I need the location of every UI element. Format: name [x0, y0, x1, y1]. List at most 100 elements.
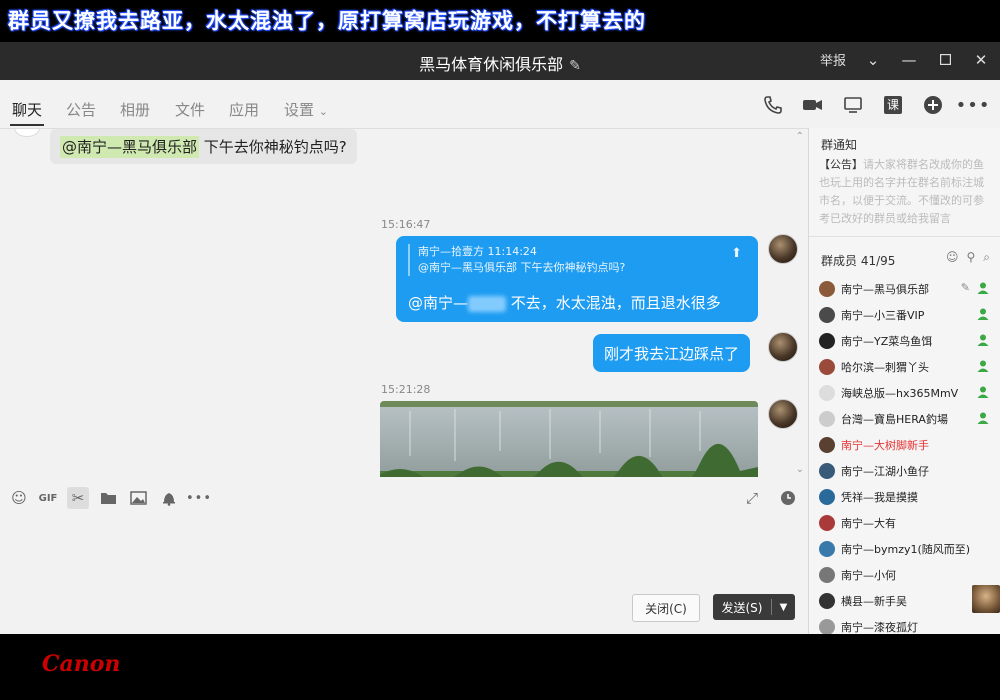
avatar[interactable] [819, 307, 835, 323]
tab-files[interactable]: 文件 [175, 99, 205, 120]
tab-chat[interactable]: 聊天 [12, 99, 42, 120]
river-photo[interactable] [380, 401, 758, 477]
member-name: 南宁—黑马俱乐部 [841, 283, 929, 296]
avatar[interactable] [768, 332, 798, 362]
expand-icon[interactable]: ⤢ [741, 487, 763, 509]
pin-icon[interactable]: ⬆ [731, 246, 742, 261]
bell-icon[interactable] [158, 487, 180, 509]
member-name: 哈尔滨—刺猬丫头 [841, 361, 929, 374]
bottom-strip: Canon [0, 634, 1000, 700]
message-bubble[interactable]: 刚才我去江边踩点了 [593, 334, 751, 372]
input-toolbar: ☺ GIF ✂ ••• ⤢ [0, 478, 808, 516]
chat-bubble-icon[interactable]: ☺ [946, 250, 959, 265]
avatar[interactable] [819, 489, 835, 505]
member-row[interactable]: 南宁—漆夜孤灯 [819, 614, 1000, 634]
tab-apps[interactable]: 应用 [229, 99, 259, 120]
mention[interactable]: @南宁—黑马俱乐部 [60, 136, 200, 158]
member-row[interactable]: 南宁—YZ菜鸟鱼饵 [819, 328, 1000, 354]
add-icon[interactable] [920, 92, 946, 118]
notice-body[interactable]: 【公告】请大家将群名改成你的鱼也玩上用的名字并在群名前标注城市名，以便于交流。不… [819, 156, 991, 230]
image-icon[interactable] [127, 487, 149, 509]
scroll-up-icon[interactable]: ⌃ [796, 131, 804, 142]
notice-title[interactable]: 群通知 [821, 136, 857, 153]
member-row[interactable]: 南宁—黑马俱乐部 ✎ [819, 276, 1000, 302]
member-row[interactable]: 南宁—大树脚新手 [819, 432, 1000, 458]
avatar[interactable] [819, 359, 835, 375]
avatar[interactable] [768, 399, 798, 429]
tab-settings-label: 设置 [284, 101, 315, 119]
member-name: 海峡总版—hx365MmV [841, 387, 959, 400]
message-bubble[interactable]: @南宁—黑马俱乐部 下午去你神秘钓点吗? [50, 129, 357, 164]
member-row[interactable]: 台灣—寶島HERA釣場 [819, 406, 1000, 432]
avatar-photo-icon [972, 585, 1000, 613]
chevron-down-icon[interactable]: ▼ [772, 602, 795, 613]
avatar[interactable] [819, 281, 835, 297]
member-name: 南宁—小三番VIP [841, 309, 925, 322]
close-window-button[interactable]: ✕ [972, 51, 990, 69]
member-name: 横县—新手吴 [841, 595, 907, 608]
report-button[interactable]: 举报 [820, 50, 846, 69]
chat-history[interactable]: ⌃ @南宁—黑马俱乐部 下午去你神秘钓点吗? 15:16:47 南宁—拾壹方 1… [0, 129, 808, 477]
member-row[interactable]: 横县—新手吴 [819, 585, 1000, 614]
gif-icon[interactable]: GIF [37, 487, 59, 509]
more-icon[interactable]: ••• [186, 487, 211, 509]
video-caption: 群员又撩我去路亚，水太混浊了，原打算窝店玩游戏，不打算去的 [0, 0, 1000, 42]
reply-bubble[interactable]: 南宁—拾壹方 11:14:24 @南宁—黑马俱乐部 下午去你神秘钓点吗? ⬆ @… [396, 236, 758, 322]
member-row[interactable]: 南宁—小三番VIP [819, 302, 1000, 328]
minimize-button[interactable]: — [900, 51, 918, 69]
chevron-down-icon[interactable]: ⌄ [864, 51, 882, 69]
edit-name-icon[interactable]: ✎ [569, 58, 581, 74]
avatar[interactable] [819, 463, 835, 479]
member-row[interactable]: 南宁—江湖小鱼仔 [819, 458, 1000, 484]
tab-announcement[interactable]: 公告 [66, 99, 96, 120]
share-screen-icon[interactable] [840, 92, 866, 118]
avatar[interactable] [819, 437, 835, 453]
scroll-down-icon[interactable]: ⌄ [796, 464, 804, 475]
member-row[interactable]: 海峡总版—hx365MmV [819, 380, 1000, 406]
tab-album[interactable]: 相册 [120, 99, 150, 120]
member-status-icon [976, 281, 990, 295]
phone-icon[interactable] [760, 92, 786, 118]
history-icon[interactable] [777, 487, 799, 509]
member-row[interactable]: 哈尔滨—刺猬丫头 [819, 354, 1000, 380]
mention[interactable]: @南宁— [408, 294, 468, 312]
avatar[interactable] [14, 129, 40, 137]
search-icon[interactable]: ⌕ [983, 250, 990, 265]
member-row[interactable]: 凭祥—我是摸摸 [819, 484, 1000, 510]
more-icon[interactable]: ••• [956, 92, 990, 118]
avatar[interactable] [819, 567, 835, 583]
maximize-button[interactable] [936, 51, 954, 69]
avatar[interactable] [819, 411, 835, 427]
tab-settings[interactable]: 设置 ⌄ [284, 99, 328, 120]
avatar[interactable] [819, 333, 835, 349]
avatar[interactable] [819, 541, 835, 557]
quote-text: @南宁—黑马俱乐部 下午去你神秘钓点吗? [418, 261, 626, 274]
blurred-name [468, 295, 507, 312]
quoted-message[interactable]: 南宁—拾壹方 11:14:24 @南宁—黑马俱乐部 下午去你神秘钓点吗? [408, 244, 748, 276]
avatar[interactable] [819, 385, 835, 401]
close-button[interactable]: 关闭(C) [632, 594, 700, 622]
member-name: 南宁—大有 [841, 517, 896, 530]
member-status-icon [976, 359, 990, 373]
video-call-icon[interactable] [800, 92, 826, 118]
class-icon[interactable]: 课 [880, 92, 906, 118]
member-name: 台灣—寶島HERA釣場 [841, 413, 948, 426]
member-row[interactable]: 南宁—bymzy1(随风而至) [819, 536, 1000, 562]
emoji-icon[interactable]: ☺ [8, 487, 30, 509]
avatar[interactable] [819, 515, 835, 531]
avatar[interactable] [819, 593, 835, 609]
divider [809, 236, 1000, 237]
quote-header: 南宁—拾壹方 11:14:24 [418, 245, 537, 258]
avatar[interactable] [768, 234, 798, 264]
send-button[interactable]: 发送(S) ▼ [713, 594, 795, 620]
edit-icon[interactable]: ✎ [961, 281, 970, 294]
member-row[interactable]: 南宁—大有 [819, 510, 1000, 536]
folder-icon[interactable] [97, 487, 119, 509]
member-list[interactable]: 南宁—黑马俱乐部 ✎ 南宁—小三番VIP 南宁—YZ菜鸟鱼饵哈尔滨—刺猬丫头海峡总版—… [819, 276, 1000, 634]
avatar[interactable] [819, 619, 835, 634]
add-member-icon[interactable]: ⚲ [966, 250, 975, 265]
scissors-icon[interactable]: ✂ [67, 487, 89, 509]
member-name: 凭祥—我是摸摸 [841, 491, 918, 504]
message-input[interactable]: 关闭(C) 发送(S) ▼ [0, 516, 808, 634]
member-name: 南宁—bymzy1(随风而至) [841, 543, 971, 556]
